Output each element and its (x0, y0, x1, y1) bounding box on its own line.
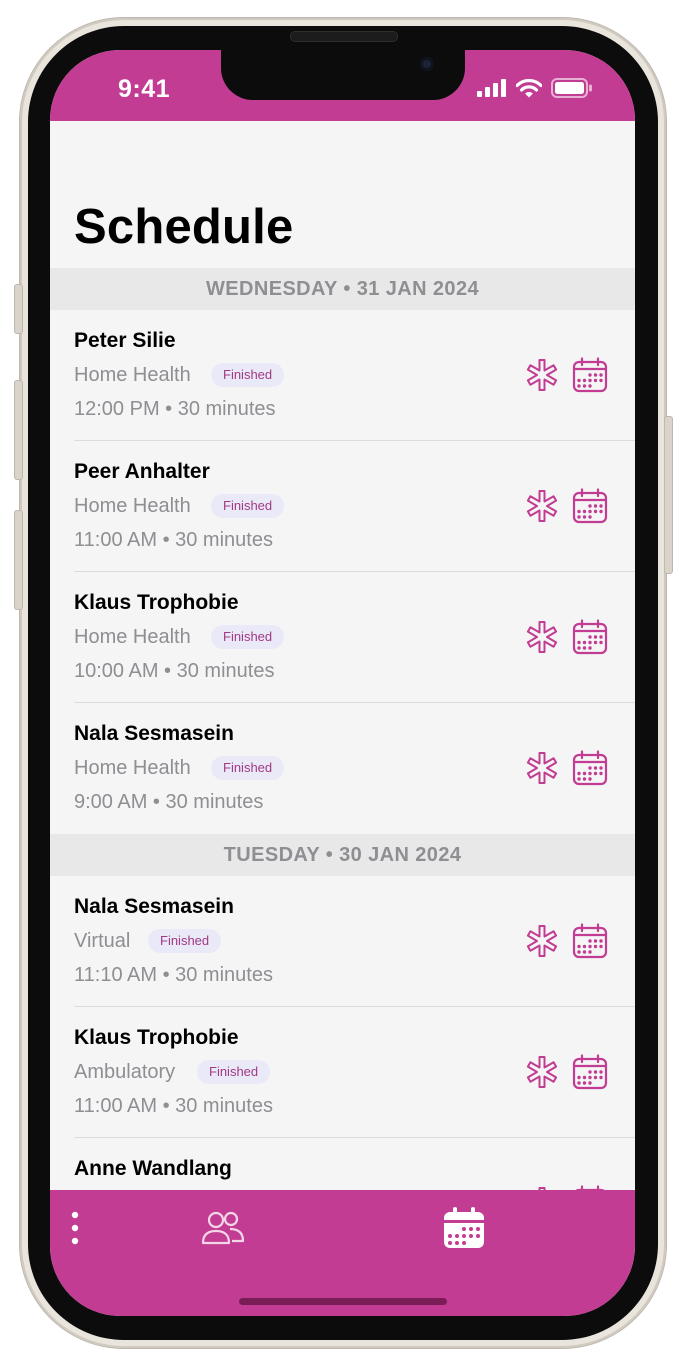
medical-star-icon[interactable] (524, 1054, 560, 1090)
status-badge: Finished (211, 756, 285, 780)
calendar-icon[interactable] (572, 923, 608, 959)
patient-name: Klaus Trophobie (74, 1026, 239, 1049)
visit-type: Ambulatory (74, 1061, 176, 1083)
medical-star-icon[interactable] (524, 750, 560, 786)
appointment-time: 12:00 PM • 30 minutes (74, 398, 276, 420)
dynamic-notch (221, 50, 465, 100)
calendar-icon[interactable] (572, 619, 608, 655)
medical-star-icon[interactable] (524, 923, 560, 959)
action-button (14, 284, 23, 334)
appointment-time: 11:00 AM • 30 minutes (74, 529, 273, 551)
tab-bar (50, 1190, 635, 1316)
patient-name: Nala Sesmasein (74, 722, 234, 745)
cellular-signal-icon (477, 79, 506, 97)
status-badge: Finished (197, 1060, 271, 1084)
patient-name: Klaus Trophobie (74, 591, 239, 614)
schedule-list[interactable]: Schedule WEDNESDAY • 31 JAN 2024 Peter S… (50, 121, 635, 1190)
status-bar: 9:41 (50, 50, 635, 121)
visit-type: Home Health (74, 626, 191, 648)
appointment-row[interactable]: Klaus Trophobie Home Health Finished 10:… (50, 572, 635, 703)
wifi-icon (516, 78, 542, 97)
calendar-filled-icon[interactable] (442, 1206, 486, 1250)
status-badge: Finished (148, 929, 222, 953)
medical-star-icon[interactable] (524, 619, 560, 655)
appointment-time: 11:00 AM • 30 minutes (74, 1095, 273, 1117)
home-indicator[interactable] (239, 1298, 447, 1305)
appointment-row[interactable]: Peter Silie Home Health Finished 12:00 P… (50, 310, 635, 441)
screen: 9:41 Schedule WEDNESDAY • 31 JAN 2024 Pe… (50, 50, 635, 1316)
more-vertical-icon[interactable] (66, 1210, 84, 1246)
patient-name: Peer Anhalter (74, 460, 210, 483)
earpiece-speaker (290, 31, 398, 42)
appointment-time: 9:00 AM • 30 minutes (74, 791, 264, 813)
people-icon[interactable] (200, 1210, 246, 1246)
medical-star-icon[interactable] (524, 357, 560, 393)
appointment-time: 10:00 AM • 30 minutes (74, 660, 275, 682)
section-header-wednesday: WEDNESDAY • 31 JAN 2024 (50, 268, 635, 310)
status-icons (477, 78, 593, 98)
calendar-icon[interactable] (572, 357, 608, 393)
visit-type: Home Health (74, 364, 191, 386)
status-badge: Finished (211, 625, 285, 649)
appointment-row[interactable]: Klaus Trophobie Ambulatory Finished 11:0… (50, 1007, 635, 1138)
volume-down-button (14, 510, 23, 610)
patient-name: Peter Silie (74, 329, 176, 352)
visit-type: Virtual (74, 930, 131, 952)
patient-name: Nala Sesmasein (74, 895, 234, 918)
appointment-time: 11:10 AM • 30 minutes (74, 964, 273, 986)
calendar-icon[interactable] (572, 750, 608, 786)
status-badge: Finished (211, 363, 285, 387)
page-title: Schedule (74, 200, 294, 254)
front-camera (420, 57, 434, 71)
battery-icon (551, 78, 592, 98)
status-badge: Finished (211, 494, 285, 518)
section-header-tuesday: TUESDAY • 30 JAN 2024 (50, 834, 635, 876)
calendar-icon[interactable] (572, 488, 608, 524)
appointment-row[interactable]: Anne Wandlang (50, 1138, 635, 1190)
appointment-row[interactable]: Nala Sesmasein Home Health Finished 9:00… (50, 703, 635, 834)
medical-star-icon[interactable] (524, 488, 560, 524)
power-button (664, 416, 673, 574)
patient-name: Anne Wandlang (74, 1157, 232, 1180)
visit-type: Home Health (74, 757, 191, 779)
calendar-icon[interactable] (572, 1054, 608, 1090)
status-time: 9:41 (118, 75, 171, 103)
appointment-row[interactable]: Nala Sesmasein Virtual Finished 11:10 AM… (50, 876, 635, 1007)
appointment-row[interactable]: Peer Anhalter Home Health Finished 11:00… (50, 441, 635, 572)
volume-up-button (14, 380, 23, 480)
visit-type: Home Health (74, 495, 191, 517)
